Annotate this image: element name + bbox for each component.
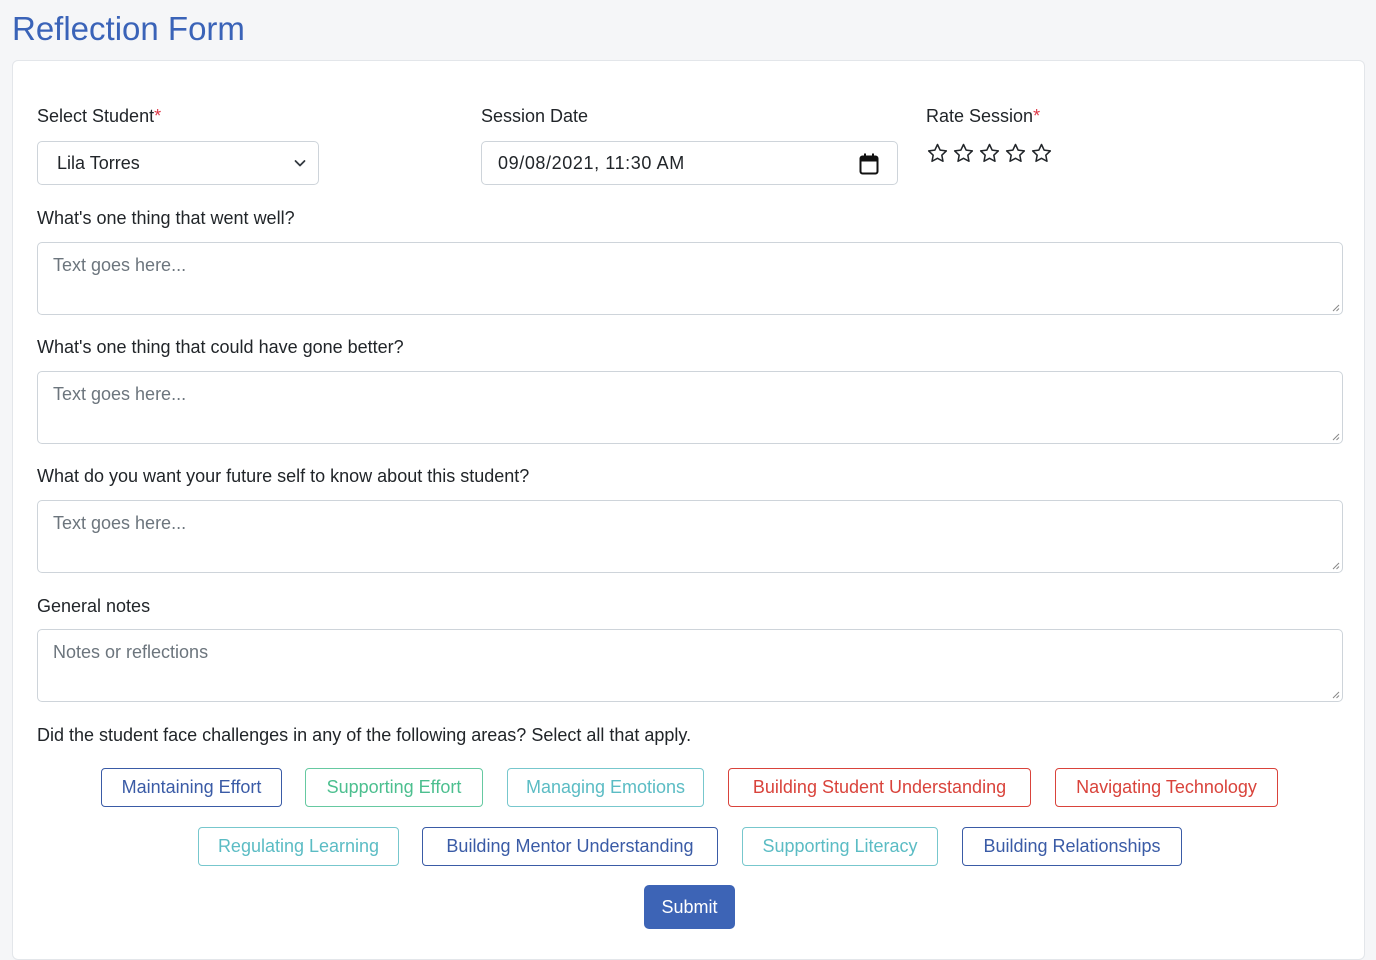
future-self-label: What do you want your future self to kno… xyxy=(37,466,530,486)
resize-grip-icon[interactable] xyxy=(1331,303,1340,312)
tag-regulating-learning[interactable]: Regulating Learning xyxy=(198,827,399,866)
calendar-icon[interactable] xyxy=(859,153,879,175)
resize-grip-icon[interactable] xyxy=(1331,690,1340,699)
required-asterisk: * xyxy=(1033,106,1041,126)
session-date-input[interactable]: 09/08/2021, 11:30 AM xyxy=(481,141,898,185)
star-outline-icon[interactable] xyxy=(1004,142,1027,165)
chevron-down-icon xyxy=(294,160,306,167)
future-self-placeholder: Text goes here... xyxy=(53,513,187,533)
general-notes-textarea[interactable]: Notes or reflections xyxy=(37,629,1343,702)
could-be-better-textarea[interactable]: Text goes here... xyxy=(37,371,1343,444)
rate-session-label-text: Rate Session xyxy=(926,106,1034,126)
challenges-prompt: Did the student face challenges in any o… xyxy=(37,725,692,745)
tag-building-student-understanding[interactable]: Building Student Understanding xyxy=(728,768,1031,807)
star-outline-icon[interactable] xyxy=(926,142,949,165)
resize-grip-icon[interactable] xyxy=(1331,561,1340,570)
went-well-label: What's one thing that went well? xyxy=(37,208,295,228)
could-be-better-label: What's one thing that could have gone be… xyxy=(37,337,404,357)
star-outline-icon[interactable] xyxy=(1030,142,1053,165)
tag-managing-emotions[interactable]: Managing Emotions xyxy=(507,768,704,807)
tag-supporting-literacy[interactable]: Supporting Literacy xyxy=(742,827,938,866)
page-title: Reflection Form xyxy=(12,10,245,47)
select-student-label: Select Student* xyxy=(37,104,161,128)
went-well-textarea[interactable]: Text goes here... xyxy=(37,242,1343,315)
tag-supporting-effort[interactable]: Supporting Effort xyxy=(305,768,483,807)
rate-session-label: Rate Session* xyxy=(926,104,1040,128)
session-date-value: 09/08/2021, 11:30 AM xyxy=(498,153,685,173)
general-notes-label: General notes xyxy=(37,596,151,616)
tag-maintaining-effort[interactable]: Maintaining Effort xyxy=(101,768,282,807)
submit-button[interactable]: Submit xyxy=(644,885,735,929)
student-select-value: Lila Torres xyxy=(57,153,140,173)
star-outline-icon[interactable] xyxy=(952,142,975,165)
resize-grip-icon[interactable] xyxy=(1331,432,1340,441)
tag-navigating-technology[interactable]: Navigating Technology xyxy=(1055,768,1278,807)
star-rating[interactable] xyxy=(926,142,1053,166)
student-select[interactable]: Lila Torres xyxy=(37,141,319,185)
select-student-label-text: Select Student xyxy=(37,106,155,126)
future-self-textarea[interactable]: Text goes here... xyxy=(37,500,1343,573)
tag-building-relationships[interactable]: Building Relationships xyxy=(962,827,1182,866)
reflection-form-card: Select Student* Lila Torres Session Date… xyxy=(12,60,1365,960)
could-be-better-placeholder: Text goes here... xyxy=(53,384,187,404)
session-date-label: Session Date xyxy=(481,106,589,126)
went-well-placeholder: Text goes here... xyxy=(53,255,187,275)
required-asterisk: * xyxy=(154,106,162,126)
star-outline-icon[interactable] xyxy=(978,142,1001,165)
general-notes-placeholder: Notes or reflections xyxy=(53,642,209,662)
tag-building-mentor-understanding[interactable]: Building Mentor Understanding xyxy=(422,827,718,866)
